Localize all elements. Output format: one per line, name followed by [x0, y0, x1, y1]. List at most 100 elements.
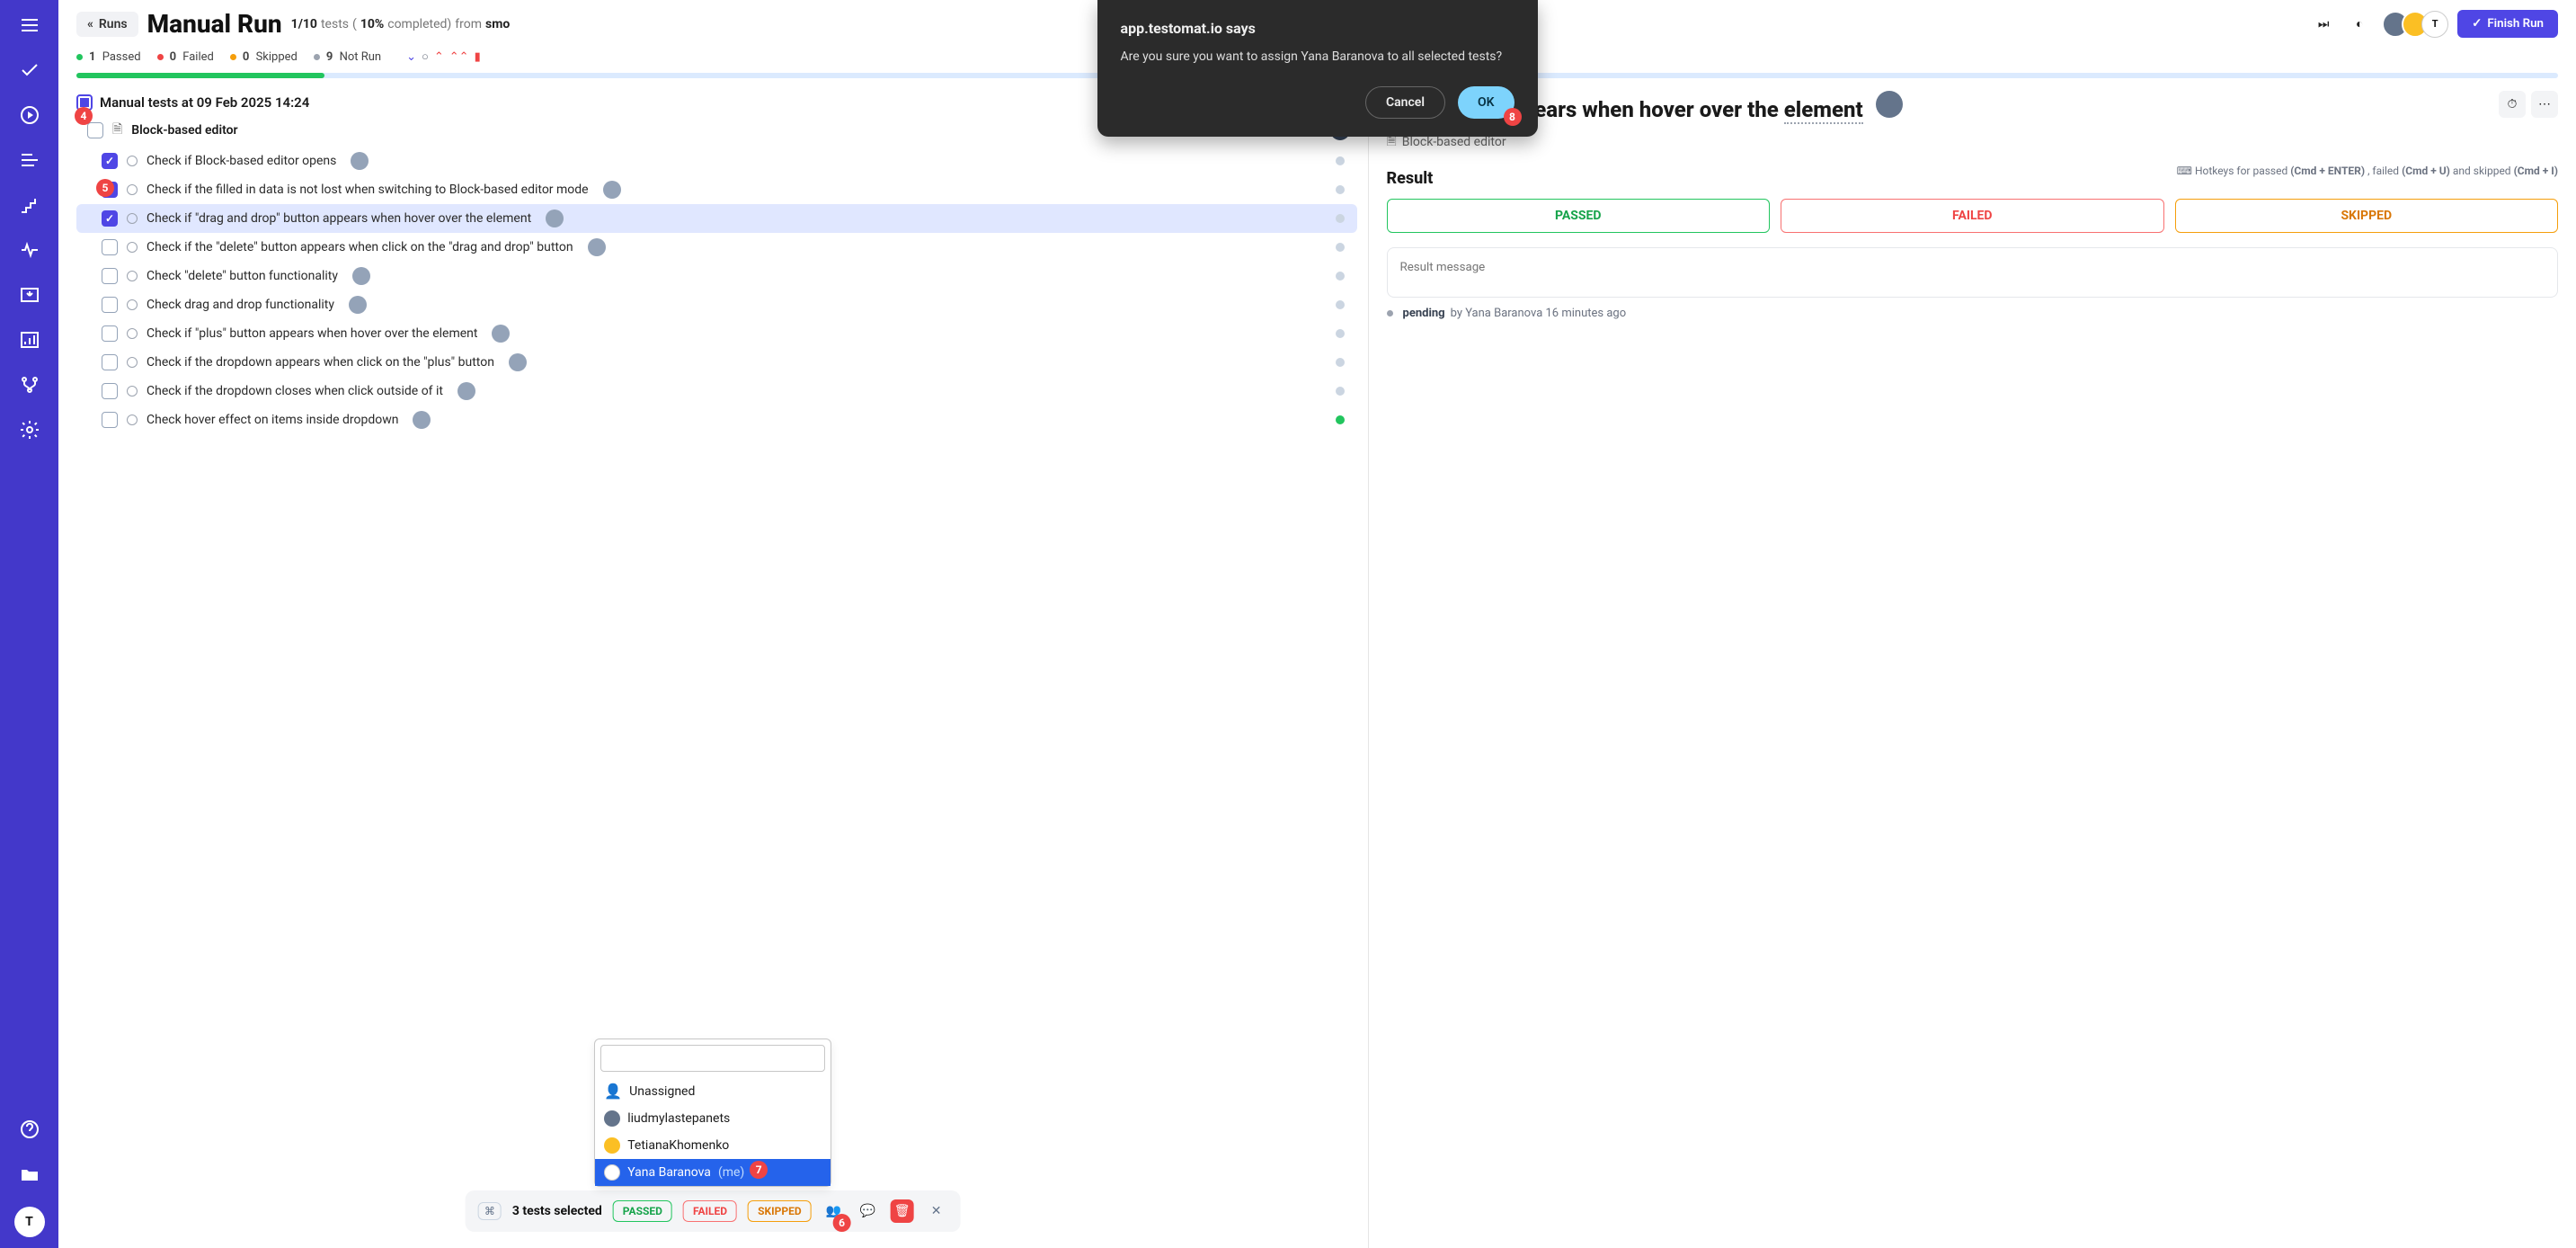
assignee-avatar [351, 152, 369, 170]
result-skipped-button[interactable]: SKIPPED [2175, 199, 2559, 233]
keyboard-icon[interactable]: ⌘ [478, 1202, 502, 1220]
assign-option-unassigned[interactable]: 👤Unassigned [595, 1077, 831, 1105]
test-row[interactable]: Check if the dropdown appears when click… [76, 348, 1357, 377]
fast-forward-icon[interactable]: ⏭ [2310, 11, 2337, 38]
pending-status: pending by Yana Baranova 16 minutes ago [1387, 307, 2558, 320]
annotation-6: 6 [833, 1214, 851, 1232]
test-checkbox[interactable] [102, 153, 118, 169]
avatar: T [2421, 11, 2448, 38]
status-dot [1336, 329, 1345, 338]
comment-icon[interactable]: 💬 [857, 1199, 880, 1223]
dialog-message: Are you sure you want to assign Yana Bar… [1121, 48, 1515, 67]
result-passed-button[interactable]: PASSED [1387, 199, 1771, 233]
assign-option-label: TetianaKhomenko [627, 1138, 729, 1153]
test-row[interactable]: Check if "drag and drop" button appears … [76, 204, 1357, 233]
list-icon[interactable] [17, 147, 42, 173]
circle-icon[interactable]: ○ [422, 49, 429, 64]
assign-user-icon[interactable]: 👥6 [822, 1199, 846, 1223]
dialog-ok-button[interactable]: OK 8 [1458, 86, 1515, 119]
assign-option-selected[interactable]: Yana Baranova (me) 7 [595, 1159, 831, 1186]
bookmark-icon[interactable]: ▮ [475, 50, 481, 64]
sidebar: T [0, 0, 58, 1248]
dialog-cancel-button[interactable]: Cancel [1365, 86, 1445, 119]
test-row[interactable]: Check "delete" button functionality [76, 262, 1357, 290]
keyboard-icon: ⌨ [2177, 165, 2192, 177]
check-icon[interactable] [17, 58, 42, 83]
annotation-5: 5 [96, 179, 114, 197]
pulse-icon[interactable] [17, 237, 42, 263]
more-icon[interactable]: ⋯ [2531, 91, 2558, 118]
annotation-4: 4 [75, 107, 93, 125]
test-checkbox[interactable] [102, 210, 118, 227]
assignee-avatar [413, 411, 431, 429]
annotation-8: 8 [1504, 108, 1522, 126]
assign-search-input[interactable] [600, 1045, 825, 1072]
status-indicator [127, 299, 138, 310]
assign-option[interactable]: TetianaKhomenko [595, 1132, 831, 1159]
gear-icon[interactable] [17, 417, 42, 442]
assign-option[interactable]: liudmylastepanets [595, 1105, 831, 1132]
assign-me-label: (me) [718, 1165, 744, 1180]
folder-icon[interactable] [17, 1162, 42, 1187]
user-avatars[interactable]: T [2382, 11, 2448, 38]
bulk-passed-button[interactable]: PASSED [613, 1200, 672, 1222]
moon-icon[interactable]: ◐ [2346, 11, 2373, 38]
suite-checkbox[interactable] [87, 122, 103, 138]
test-row[interactable]: Check if the "delete" button appears whe… [76, 233, 1357, 262]
test-name: Check if Block-based editor opens [147, 154, 336, 168]
chevron-left-icon: « [87, 17, 93, 31]
runs-back-button[interactable]: « Runs [76, 12, 138, 37]
chart-icon[interactable] [17, 327, 42, 352]
double-caret-icon[interactable]: ⌃⌃ [449, 50, 469, 64]
help-icon[interactable] [17, 1117, 42, 1142]
test-checkbox[interactable] [102, 354, 118, 370]
test-row[interactable]: Check if Block-based editor opens [76, 147, 1357, 175]
status-dot [1336, 358, 1345, 367]
test-row[interactable]: Check drag and drop functionality [76, 290, 1357, 319]
status-dot [1336, 214, 1345, 223]
detail-breadcrumb[interactable]: 🗎 Block-based editor [1387, 131, 2558, 153]
test-checkbox[interactable] [102, 239, 118, 255]
test-row[interactable]: Check if "plus" button appears when hove… [76, 319, 1357, 348]
test-row[interactable]: Check hover effect on items inside dropd… [76, 406, 1357, 434]
test-checkbox[interactable] [102, 383, 118, 399]
test-checkbox[interactable] [102, 325, 118, 342]
app-logo[interactable]: T [14, 1207, 45, 1237]
detail-panel: rop" button appears when hover over the … [1368, 91, 2576, 1248]
test-row[interactable]: 5Check if the filled in data is not lost… [76, 175, 1357, 204]
status-indicator [127, 213, 138, 224]
test-name: Check if the "delete" button appears whe… [147, 240, 573, 254]
test-checkbox[interactable] [102, 412, 118, 428]
runs-label: Runs [99, 17, 128, 31]
assignee-avatar [492, 325, 510, 343]
assignee-avatar [457, 382, 475, 400]
bulk-failed-button[interactable]: FAILED [683, 1200, 737, 1222]
import-icon[interactable] [17, 282, 42, 308]
timer-icon[interactable]: ⏱ [2499, 91, 2526, 118]
check-icon: ✓ [2472, 17, 2482, 31]
status-dot [1336, 156, 1345, 165]
test-name: Check if the dropdown appears when click… [147, 355, 494, 370]
play-circle-icon[interactable] [17, 103, 42, 128]
caret-up-icon[interactable]: ⌃ [434, 50, 444, 64]
test-checkbox[interactable] [102, 297, 118, 313]
test-row[interactable]: Check if the dropdown closes when click … [76, 377, 1357, 406]
confirm-dialog: app.testomat.io says Are you sure you wa… [1097, 0, 1538, 137]
delete-icon[interactable]: 🗑 [891, 1199, 914, 1223]
assignee-avatar [352, 267, 370, 285]
test-name: Check drag and drop functionality [147, 298, 334, 312]
result-message-input[interactable] [1387, 247, 2558, 298]
suite-name: Block-based editor [131, 123, 237, 138]
close-icon[interactable]: ✕ [925, 1199, 948, 1223]
stairs-icon[interactable] [17, 192, 42, 218]
menu-icon[interactable] [17, 13, 42, 38]
finish-run-button[interactable]: ✓ Finish Run [2457, 10, 2558, 38]
collapse-icon[interactable]: ⌄ [406, 50, 416, 64]
test-checkbox[interactable] [102, 268, 118, 284]
bulk-skipped-button[interactable]: SKIPPED [748, 1200, 812, 1222]
avatar [604, 1137, 620, 1154]
branch-icon[interactable] [17, 372, 42, 397]
status-dot [1336, 272, 1345, 281]
result-failed-button[interactable]: FAILED [1781, 199, 2164, 233]
selected-count: 3 tests selected [512, 1204, 602, 1218]
